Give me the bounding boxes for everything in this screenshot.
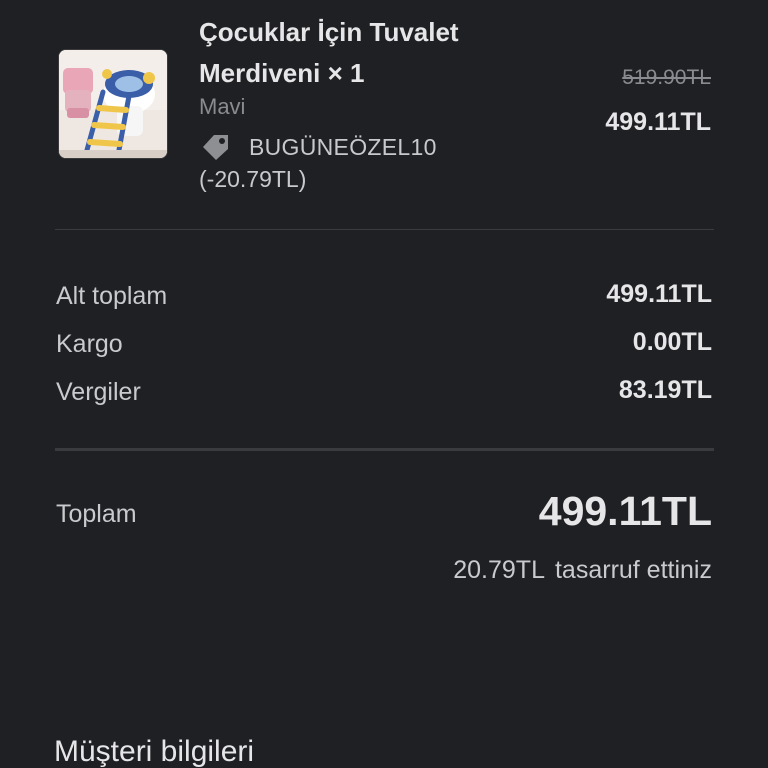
total-value: 499.11TL (538, 488, 712, 534)
divider (55, 448, 714, 451)
savings-amount: 20.79TL (453, 556, 545, 584)
customer-info-heading: Müşteri bilgileri (54, 735, 255, 768)
tag-icon (203, 135, 228, 160)
product-thumbnail (58, 49, 168, 159)
product-title: Çocuklar İçin Tuvalet Merdiveni × 1 (199, 12, 579, 94)
taxes-value: 83.19TL (618, 376, 712, 404)
divider (55, 229, 714, 230)
savings-note: 20.79TL tasarruf ettiniz (453, 556, 712, 585)
shipping-label: Kargo (56, 330, 123, 358)
total-label: Toplam (56, 500, 137, 528)
original-price: 519.90TL (622, 66, 711, 89)
discount-code: BUGÜNEÖZEL10 (249, 133, 437, 160)
product-price: 499.11TL (605, 108, 711, 136)
toilet-ladder-image (59, 50, 167, 158)
shipping-value: 0.00TL (632, 328, 712, 356)
product-title-line2: Merdiveni × 1 (199, 58, 365, 88)
taxes-label: Vergiler (56, 378, 141, 406)
product-variant: Mavi (199, 94, 246, 119)
subtotal-value: 499.11TL (606, 280, 712, 308)
product-title-line1: Çocuklar İçin Tuvalet (199, 17, 459, 47)
order-summary-page: Çocuklar İçin Tuvalet Merdiveni × 1 Mavi… (0, 0, 768, 768)
discount-amount: (-20.79TL) (199, 166, 307, 192)
savings-text: tasarruf ettiniz (554, 556, 712, 584)
subtotal-label: Alt toplam (56, 282, 168, 310)
discount-code-row: BUGÜNEÖZEL10 (199, 130, 437, 164)
